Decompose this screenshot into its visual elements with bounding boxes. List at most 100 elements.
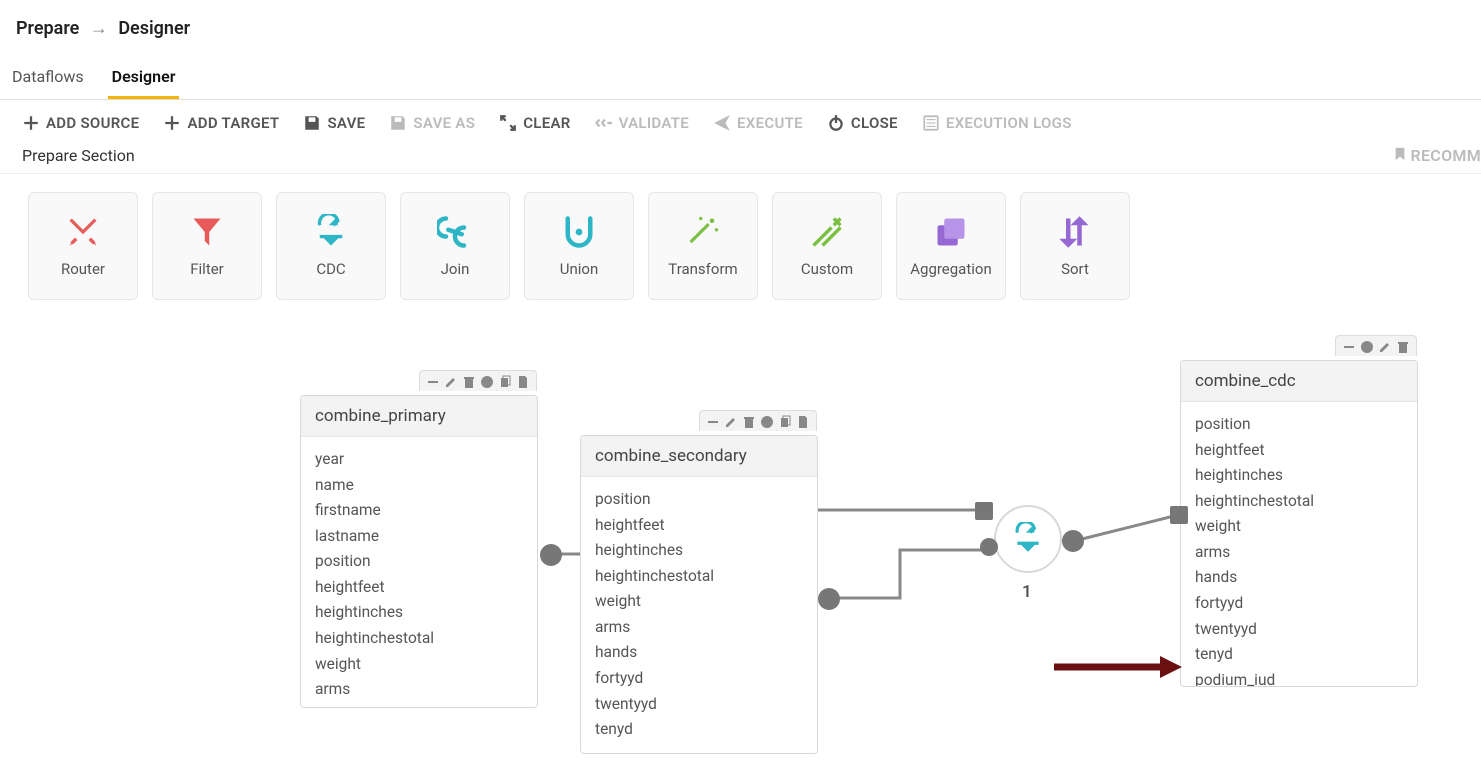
palette-filter[interactable]: Filter <box>152 192 262 300</box>
save-button[interactable]: SAVE <box>303 114 365 132</box>
output-port[interactable] <box>818 588 840 610</box>
palette-sort[interactable]: Sort <box>1020 192 1130 300</box>
node-title: combine_primary <box>301 396 537 437</box>
input-port[interactable] <box>980 538 998 556</box>
field-item[interactable]: podium_iud <box>1195 668 1403 686</box>
input-port[interactable] <box>975 502 993 520</box>
field-item[interactable]: weight <box>1195 514 1403 540</box>
field-item[interactable]: heightinches <box>315 600 523 626</box>
minimize-icon[interactable] <box>1342 339 1356 353</box>
palette-join[interactable]: Join <box>400 192 510 300</box>
field-item[interactable]: weight <box>595 589 803 615</box>
plus-icon <box>163 114 181 132</box>
custom-icon <box>809 214 845 250</box>
field-item[interactable]: position <box>595 487 803 513</box>
trash-icon[interactable] <box>1396 339 1410 353</box>
field-item[interactable]: fortyyd <box>1195 591 1403 617</box>
field-item[interactable]: year <box>315 447 523 473</box>
execution-logs-button[interactable]: EXECUTION LOGS <box>922 114 1072 132</box>
save-icon <box>389 114 407 132</box>
field-item[interactable]: weight <box>315 652 523 678</box>
toolbar: ADD SOURCE ADD TARGET SAVE SAVE AS CLEAR… <box>0 100 1481 142</box>
field-item[interactable]: position <box>315 549 523 575</box>
section-title: Prepare Section <box>22 146 135 165</box>
input-port[interactable] <box>1170 506 1188 524</box>
minimize-icon[interactable] <box>706 414 720 428</box>
edit-icon[interactable] <box>444 374 458 388</box>
field-item[interactable]: fortyyd <box>595 666 803 692</box>
node-combine-primary[interactable]: combine_primary yearnamefirstnamelastnam… <box>300 395 538 708</box>
validate-button[interactable]: VALIDATE <box>595 114 689 132</box>
field-item[interactable]: tenyd <box>1195 642 1403 668</box>
design-canvas[interactable]: combine_primary yearnamefirstnamelastnam… <box>0 340 1481 774</box>
info-icon[interactable] <box>480 374 494 388</box>
copy-icon[interactable] <box>498 374 512 388</box>
field-item[interactable]: arms <box>595 615 803 641</box>
palette-transform[interactable]: Transform <box>648 192 758 300</box>
recommendations-button[interactable]: RECOMM <box>1393 146 1481 165</box>
send-icon <box>713 114 731 132</box>
field-item[interactable]: hands <box>595 640 803 666</box>
field-item[interactable]: heightfeet <box>1195 438 1403 464</box>
field-item[interactable]: heightinches <box>1195 463 1403 489</box>
palette-label: CDC <box>316 260 345 278</box>
save-icon <box>303 114 321 132</box>
palette-custom[interactable]: Custom <box>772 192 882 300</box>
field-item[interactable]: heightfeet <box>315 575 523 601</box>
field-item[interactable]: hands <box>315 703 523 707</box>
field-item[interactable]: position <box>1195 412 1403 438</box>
tab-designer[interactable]: Designer <box>108 57 180 99</box>
node-fields: positionheightfeetheightinchesheightinch… <box>1181 402 1417 686</box>
info-icon[interactable] <box>1360 339 1374 353</box>
palette-router[interactable]: Router <box>28 192 138 300</box>
execute-button[interactable]: EXECUTE <box>713 114 803 132</box>
palette: Router Filter CDC Join Union Transform C… <box>0 174 1481 300</box>
field-item[interactable]: firstname <box>315 498 523 524</box>
add-target-button[interactable]: ADD TARGET <box>163 114 279 132</box>
field-item[interactable]: heightinchestotal <box>315 626 523 652</box>
document-icon[interactable] <box>516 374 530 388</box>
output-port[interactable] <box>540 544 562 566</box>
field-item[interactable]: heightfeet <box>595 513 803 539</box>
palette-union[interactable]: Union <box>524 192 634 300</box>
field-item[interactable]: heightinchestotal <box>1195 489 1403 515</box>
save-as-label: SAVE AS <box>413 114 475 132</box>
field-item[interactable]: name <box>315 473 523 499</box>
node-combine-cdc[interactable]: combine_cdc positionheightfeetheightinch… <box>1180 360 1418 687</box>
palette-cdc[interactable]: CDC <box>276 192 386 300</box>
field-item[interactable]: heightinches <box>595 538 803 564</box>
minimize-icon[interactable] <box>426 374 440 388</box>
palette-aggregation[interactable]: Aggregation <box>896 192 1006 300</box>
sort-icon <box>1057 214 1093 250</box>
info-icon[interactable] <box>760 414 774 428</box>
list-icon <box>922 114 940 132</box>
breadcrumb: Prepare → Designer <box>0 0 1481 57</box>
field-item[interactable]: hands <box>1195 565 1403 591</box>
add-source-button[interactable]: ADD SOURCE <box>22 114 139 132</box>
field-item[interactable]: tenyd <box>595 717 803 743</box>
save-as-button[interactable]: SAVE AS <box>389 114 475 132</box>
field-item[interactable]: twentyyd <box>1195 617 1403 643</box>
tab-dataflows[interactable]: Dataflows <box>8 57 88 99</box>
close-button[interactable]: CLOSE <box>827 114 898 132</box>
output-port[interactable] <box>1062 530 1084 552</box>
trash-icon[interactable] <box>742 414 756 428</box>
trash-icon[interactable] <box>462 374 476 388</box>
edit-icon[interactable] <box>724 414 738 428</box>
edit-icon[interactable] <box>1378 339 1392 353</box>
cdc-operator[interactable] <box>994 505 1062 573</box>
field-item[interactable]: arms <box>315 677 523 703</box>
clear-button[interactable]: CLEAR <box>499 114 570 132</box>
field-item[interactable]: arms <box>1195 540 1403 566</box>
field-item[interactable]: twentyyd <box>595 692 803 718</box>
field-item[interactable]: heightinchestotal <box>595 564 803 590</box>
document-icon[interactable] <box>796 414 810 428</box>
field-item[interactable]: lastname <box>315 524 523 550</box>
clear-label: CLEAR <box>523 114 570 132</box>
node-combine-secondary[interactable]: combine_secondary positionheightfeetheig… <box>580 435 818 754</box>
execution-logs-label: EXECUTION LOGS <box>946 114 1072 132</box>
copy-icon[interactable] <box>778 414 792 428</box>
tabs: Dataflows Designer <box>0 57 1481 100</box>
union-icon <box>561 214 597 250</box>
router-icon <box>65 214 101 250</box>
